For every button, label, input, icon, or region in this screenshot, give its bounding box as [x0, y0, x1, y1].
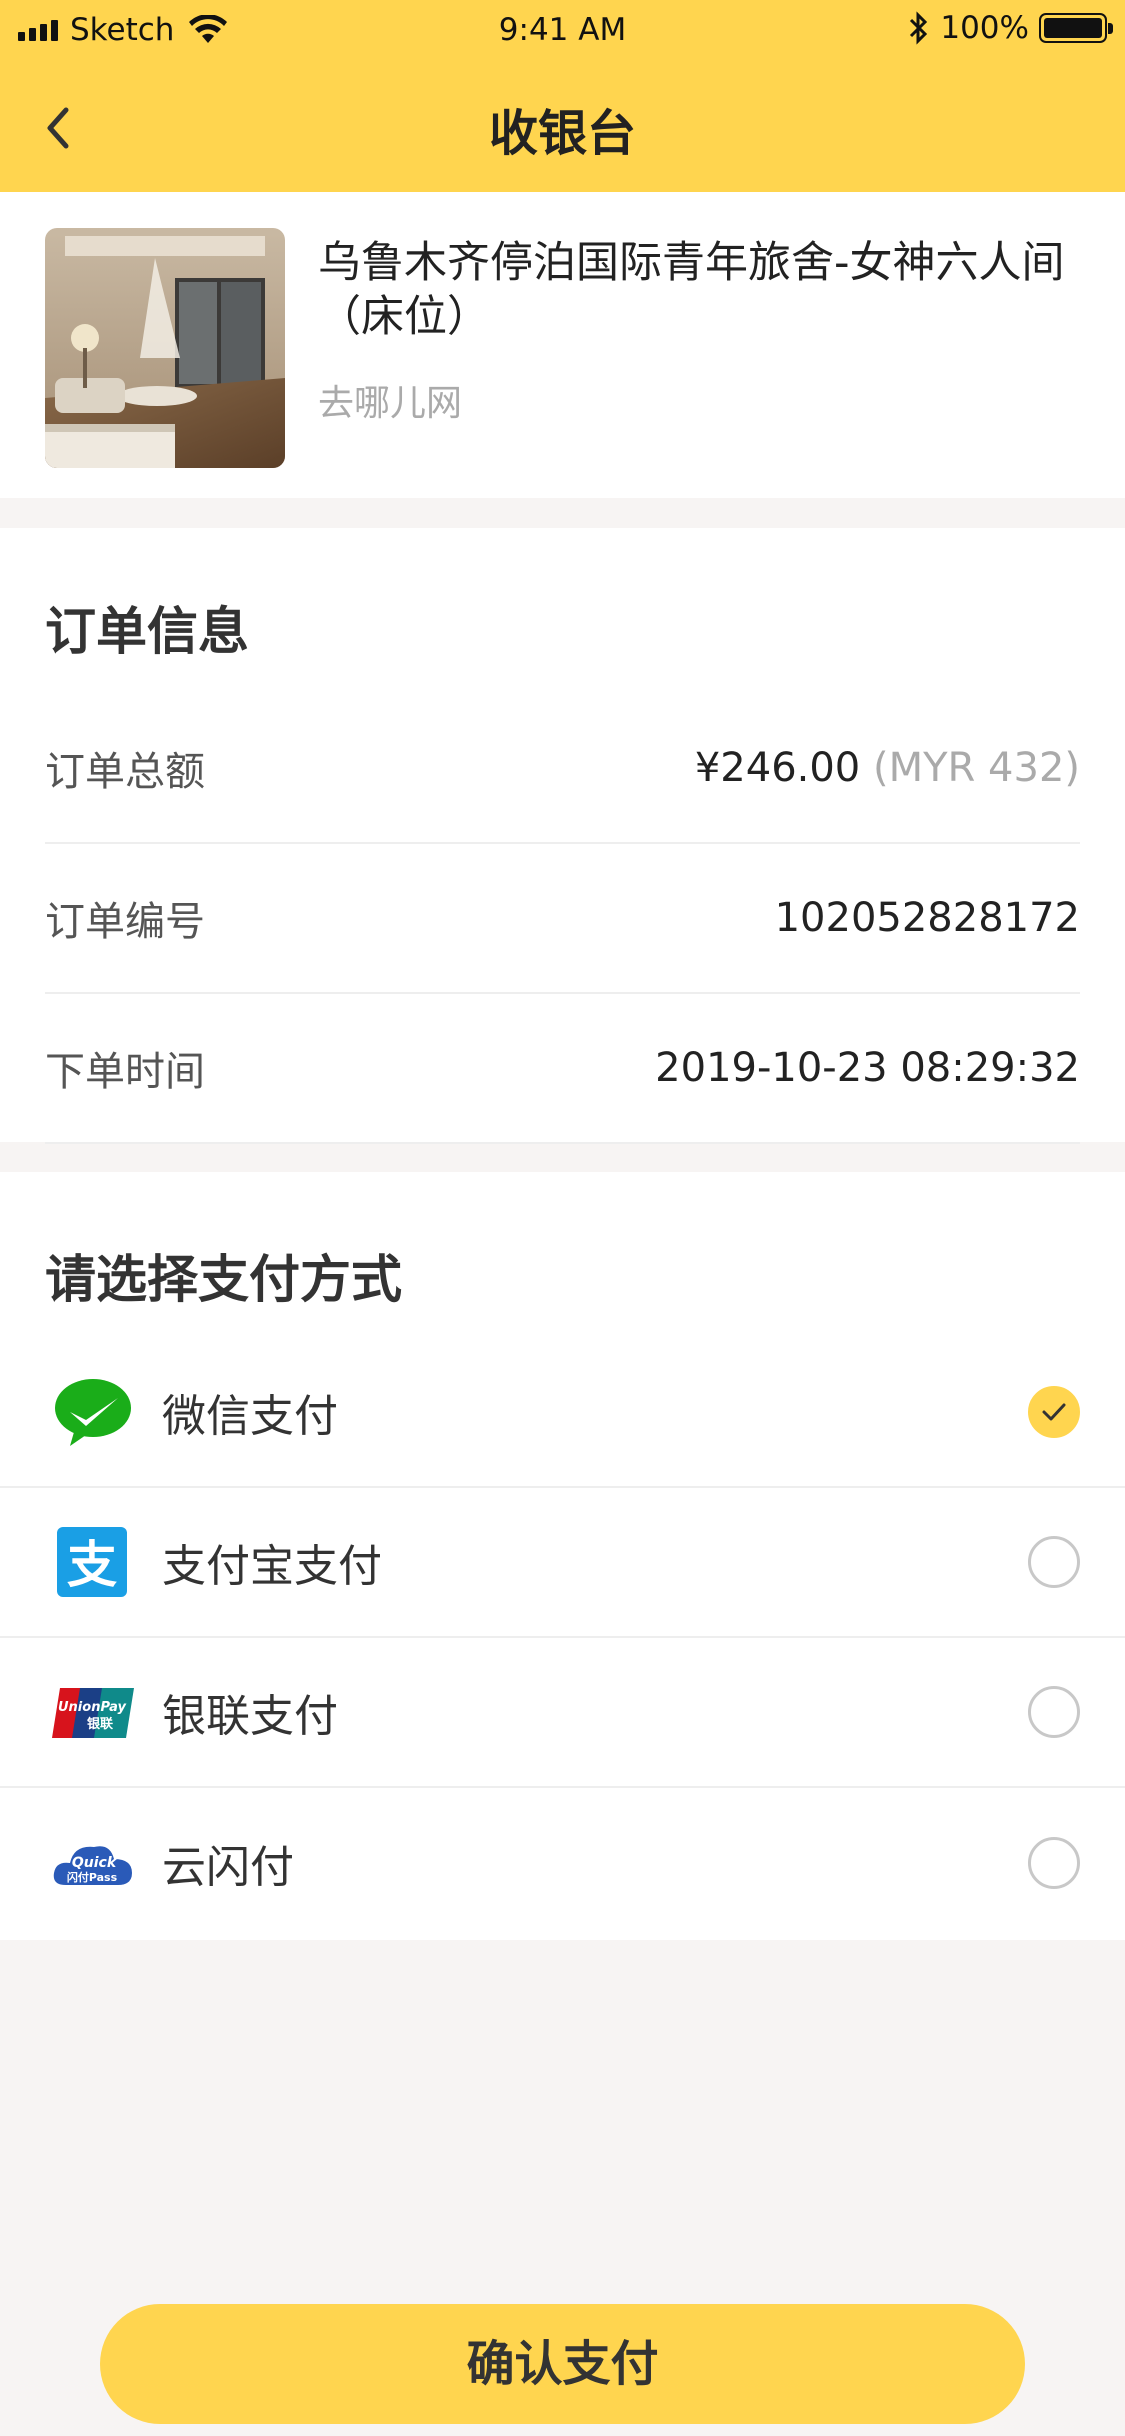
svg-text:UnionPay: UnionPay: [58, 1700, 127, 1715]
payment-option-label: 支付宝支付: [162, 1541, 382, 1592]
order-row-label: 下单时间: [45, 1049, 205, 1095]
order-row-label: 订单总额: [45, 749, 205, 795]
order-row-total: 订单总额 ¥246.00 (MYR 432): [45, 694, 1080, 844]
product-source: 去哪儿网: [318, 383, 463, 424]
check-icon: [1042, 1403, 1066, 1421]
product-card: 乌鲁木齐停泊国际青年旅舍-女神六人间（床位） 去哪儿网: [0, 192, 1125, 498]
battery-percent: 100%: [940, 10, 1029, 46]
radio-checked[interactable]: [1028, 1386, 1080, 1438]
svg-text:Quick: Quick: [72, 1855, 118, 1871]
alipay-icon: 支: [57, 1527, 127, 1597]
payment-option-label: 云闪付: [162, 1842, 294, 1893]
payment-option-label: 微信支付: [162, 1391, 338, 1442]
quickpass-icon: Quick 闪付Pass: [53, 1846, 132, 1885]
unionpay-icon: UnionPay 银联: [52, 1688, 134, 1738]
payment-section: 请选择支付方式 微信支付 支 支付宝支付 UnionPay 银联 银联支付 Qu…: [0, 1172, 1125, 1940]
radio-unchecked[interactable]: [1028, 1686, 1080, 1738]
order-row-number: 订单编号 102052828172: [45, 844, 1080, 994]
radio-unchecked[interactable]: [1028, 1837, 1080, 1889]
confirm-pay-button[interactable]: 确认支付: [100, 2304, 1025, 2424]
product-image: [45, 228, 285, 468]
order-total-converted: (MYR 432): [872, 745, 1080, 791]
navigation-bar: 收银台: [0, 62, 1125, 192]
payment-title: 请选择支付方式: [45, 1251, 403, 1310]
svg-text:银联: 银联: [87, 1716, 113, 1732]
order-row-label: 订单编号: [45, 899, 205, 945]
order-row-time: 下单时间 2019-10-23 08:29:32: [45, 994, 1080, 1144]
bluetooth-icon: [910, 11, 928, 45]
payment-option-quickpass[interactable]: Quick 闪付Pass 云闪付: [0, 1788, 1125, 1938]
svg-text:支: 支: [67, 1536, 117, 1594]
order-time-value: 2019-10-23 08:29:32: [655, 1045, 1080, 1091]
battery-icon: [1039, 13, 1113, 43]
order-info-title: 订单信息: [45, 603, 250, 662]
page-title: 收银台: [488, 105, 636, 162]
product-title: 乌鲁木齐停泊国际青年旅舍-女神六人间（床位）: [318, 238, 1065, 342]
payment-option-alipay[interactable]: 支 支付宝支付: [0, 1488, 1125, 1638]
radio-unchecked[interactable]: [1028, 1536, 1080, 1588]
order-number-value: 102052828172: [774, 895, 1080, 941]
svg-text:闪付Pass: 闪付Pass: [67, 1870, 118, 1884]
header: Sketch 9:41 AM 100% 收银台: [0, 0, 1125, 192]
payment-option-unionpay[interactable]: UnionPay 银联 银联支付: [0, 1638, 1125, 1788]
wechat-pay-icon: [55, 1379, 131, 1446]
order-total-value: ¥246.00 (MYR 432): [695, 745, 1080, 791]
order-info-section: 订单信息 订单总额 ¥246.00 (MYR 432) 订单编号 1020528…: [0, 528, 1125, 1144]
order-total-amount: ¥246.00: [694, 745, 861, 791]
status-bar: Sketch 9:41 AM 100%: [0, 0, 1125, 62]
payment-option-label: 银联支付: [162, 1691, 338, 1742]
status-right: 100%: [906, 10, 1113, 46]
payment-option-wechat[interactable]: 微信支付: [0, 1338, 1125, 1488]
